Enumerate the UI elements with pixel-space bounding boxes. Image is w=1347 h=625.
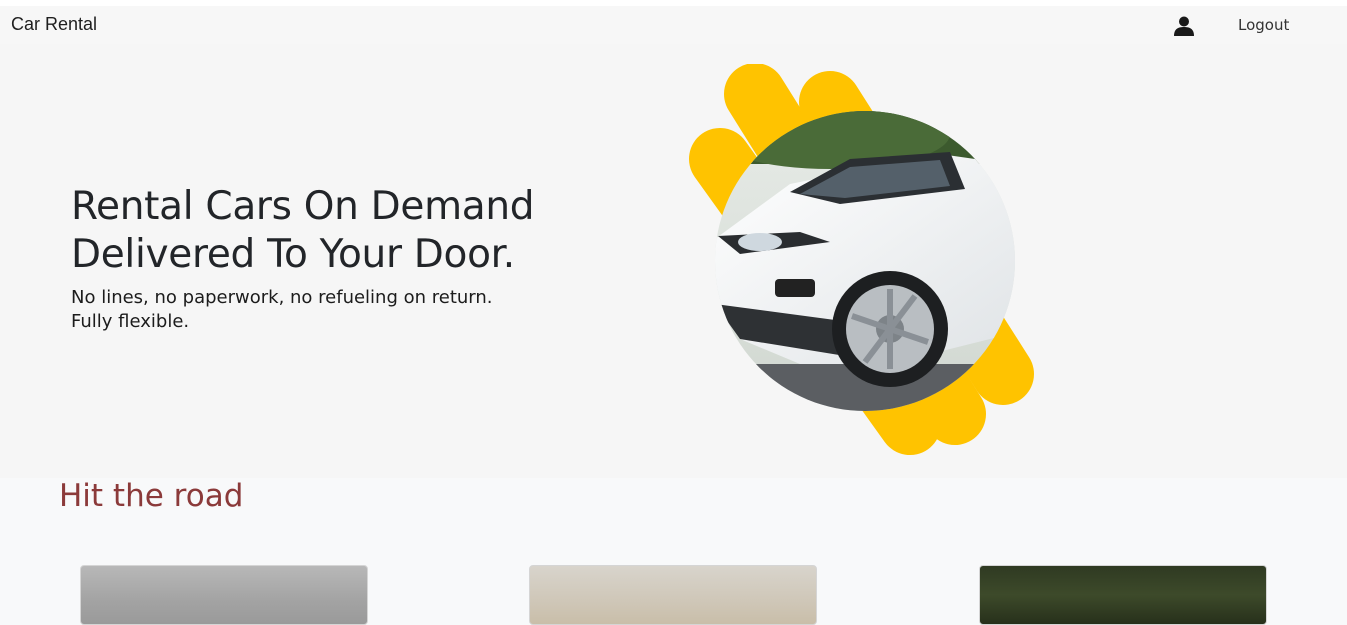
- car-card-1[interactable]: [80, 565, 368, 625]
- hero-subtitle-line-1: No lines, no paperwork, no refueling on …: [71, 287, 493, 308]
- car-card-3[interactable]: [979, 565, 1267, 625]
- car-card-2[interactable]: [529, 565, 817, 625]
- hero-subtitle-line-2: Fully flexible.: [71, 311, 190, 332]
- hero-subtitle: No lines, no paperwork, no refueling on …: [71, 286, 591, 334]
- user-icon[interactable]: [1173, 16, 1195, 36]
- hero-title-line-2: Delivered To Your Door.: [71, 232, 515, 277]
- hero-section: Rental Cars On Demand Delivered To Your …: [0, 44, 1347, 478]
- hero-title: Rental Cars On Demand Delivered To Your …: [71, 183, 631, 279]
- navbar: Car Rental Logout: [0, 6, 1347, 44]
- hero-car-image: [689, 64, 1034, 455]
- hero-title-line-1: Rental Cars On Demand: [71, 184, 535, 229]
- section-title: Hit the road: [59, 478, 244, 514]
- brand-link[interactable]: Car Rental: [11, 14, 97, 35]
- logout-link[interactable]: Logout: [1238, 16, 1289, 34]
